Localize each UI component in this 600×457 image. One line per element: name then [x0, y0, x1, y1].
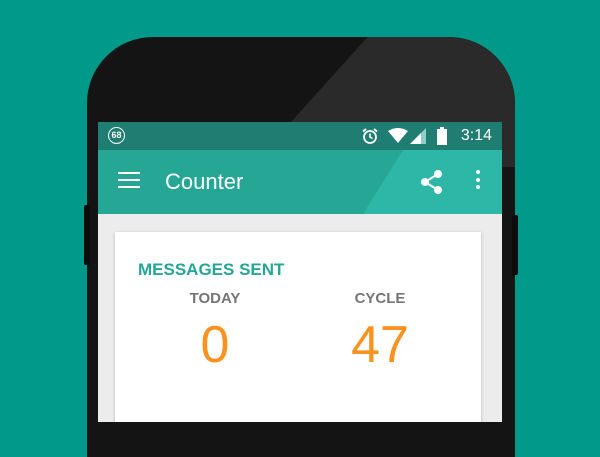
today-value: 0 — [200, 316, 230, 374]
messages-card: MESSAGES SENT TODAY 0 CYCLE 47 — [115, 232, 481, 422]
wifi-icon — [388, 128, 408, 143]
menu-icon[interactable] — [118, 172, 140, 190]
cycle-label: CYCLE — [354, 290, 406, 307]
notification-badge-icon: 68 — [108, 127, 125, 144]
battery-icon — [437, 127, 447, 145]
signal-icon — [410, 128, 426, 144]
more-vert-icon[interactable] — [476, 170, 480, 193]
share-icon[interactable] — [418, 168, 446, 196]
status-bar: 68 3:14 — [98, 122, 502, 150]
cycle-value: 47 — [351, 316, 409, 374]
phone-screen: 68 3:14 Counter MESSAGES SENT TODAY 0 CY… — [98, 122, 502, 422]
alarm-icon — [362, 128, 378, 144]
status-clock: 3:14 — [460, 127, 492, 144]
today-label: TODAY — [189, 290, 241, 307]
phone-side-button-right — [512, 215, 518, 275]
app-title: Counter — [165, 169, 244, 194]
phone-side-button-left — [84, 205, 90, 265]
app-bar: Counter — [98, 150, 502, 214]
card-heading: MESSAGES SENT — [138, 260, 285, 279]
today-stat: TODAY 0 — [160, 290, 270, 375]
cycle-stat: CYCLE 47 — [325, 290, 435, 375]
